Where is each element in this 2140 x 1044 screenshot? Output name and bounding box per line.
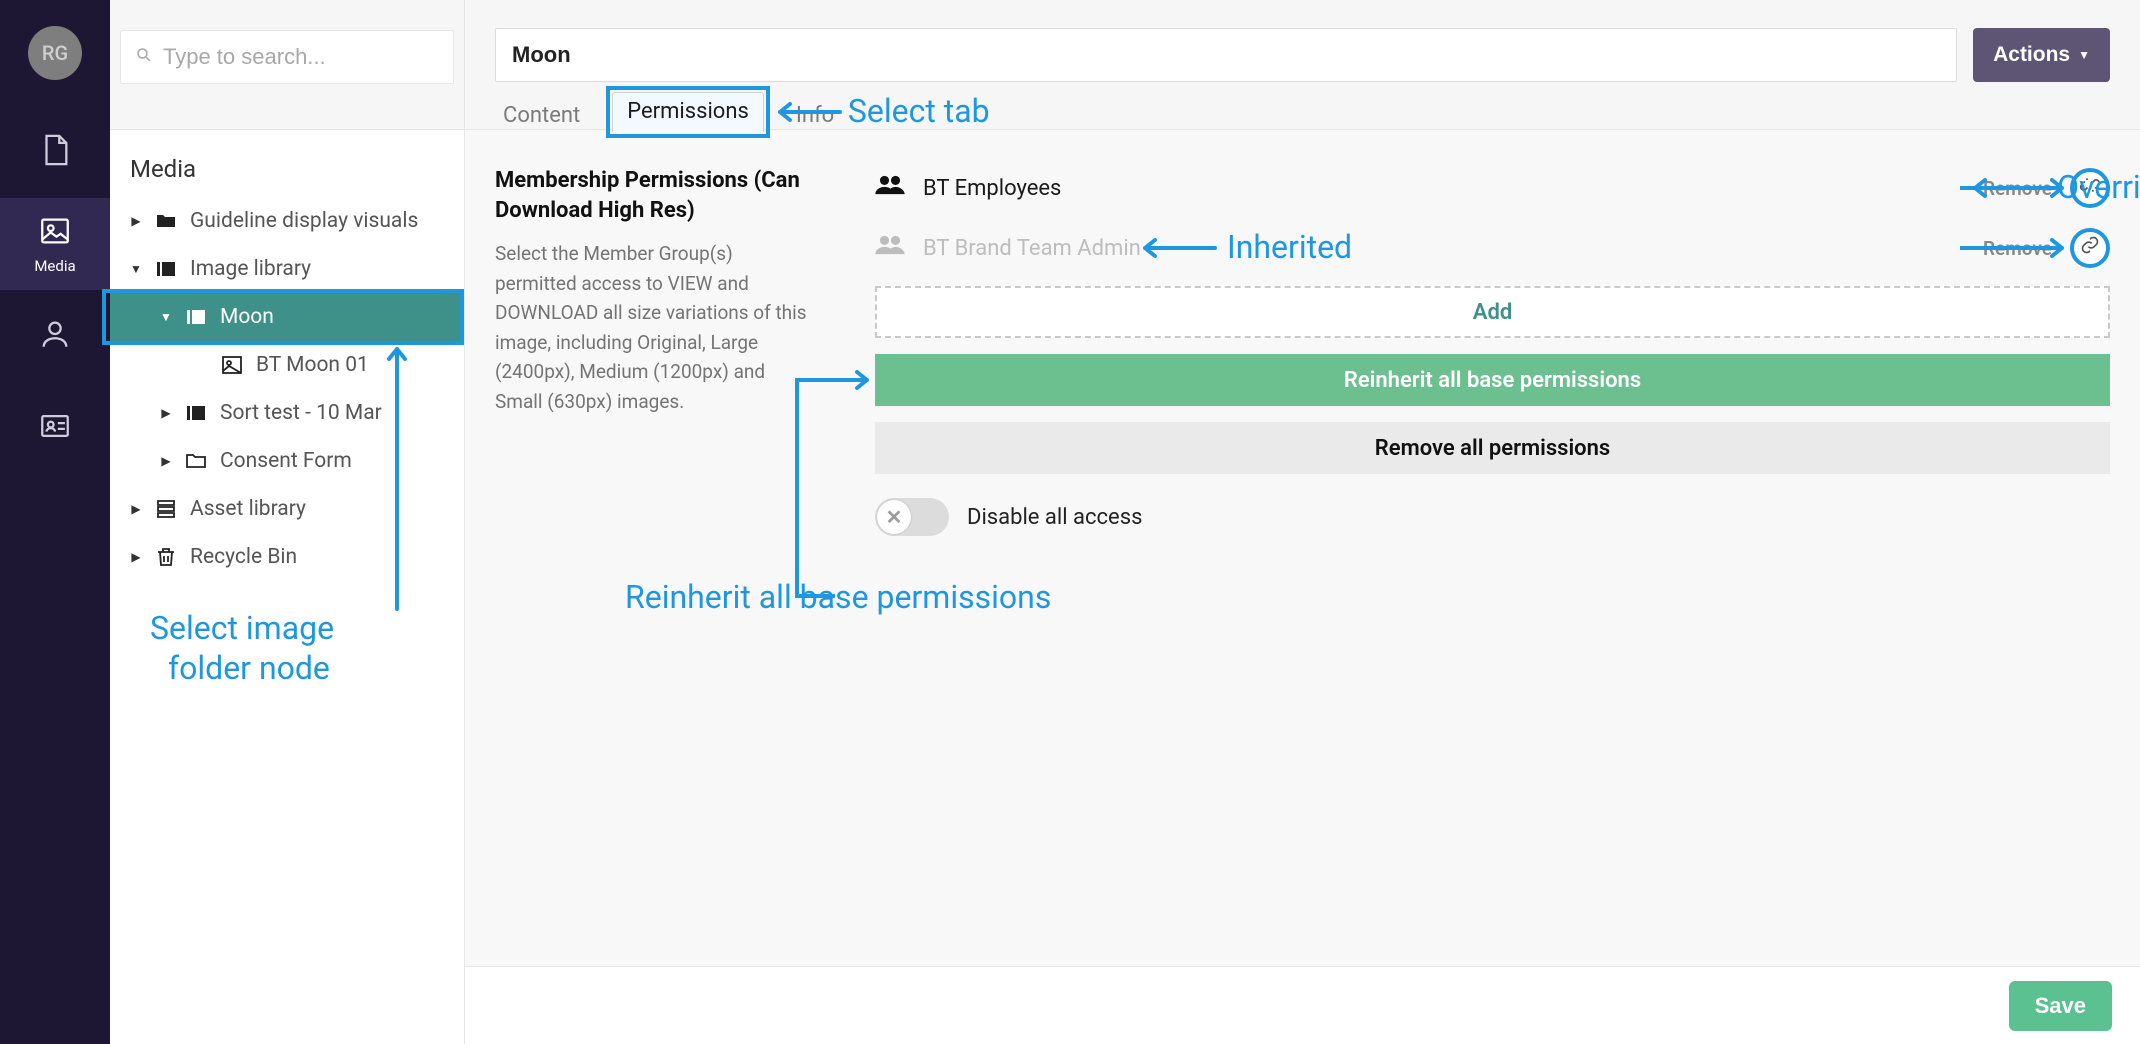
permissions-description: Membership Permissions (Can Download Hig…	[495, 166, 815, 416]
actions-button[interactable]: Actions ▼	[1973, 28, 2110, 82]
search-icon	[135, 45, 153, 69]
album-icon	[184, 305, 208, 329]
album-icon	[184, 401, 208, 425]
page-title-input[interactable]	[495, 28, 1957, 82]
tree-node-asset-library[interactable]: ▶ Asset library	[110, 485, 464, 533]
album-icon	[154, 257, 178, 281]
search-input[interactable]	[163, 44, 439, 70]
tree-node-label: Guideline display visuals	[190, 209, 418, 233]
tree-panel: Media ▶ Guideline display visuals ▼ Imag…	[110, 0, 465, 1044]
disable-access-label: Disable all access	[967, 505, 1142, 530]
remove-link[interactable]: Remove	[1983, 237, 2052, 260]
tab-content[interactable]: Content	[499, 99, 584, 132]
save-button[interactable]: Save	[2009, 981, 2112, 1031]
permissions-desc-text: Select the Member Group(s) permitted acc…	[495, 239, 815, 416]
footer-bar: Save	[465, 966, 2140, 1044]
chevron-down-icon: ▼	[2078, 48, 2090, 62]
inherited-status-circle	[2070, 228, 2110, 268]
permissions-heading: Membership Permissions (Can Download Hig…	[495, 166, 815, 225]
caret-right-icon: ▶	[130, 550, 142, 564]
image-icon	[220, 353, 244, 377]
search-wrap	[110, 0, 464, 130]
users-icon	[875, 174, 905, 202]
tree-node-recycle-bin[interactable]: ▶ Recycle Bin	[110, 533, 464, 581]
folder-outline-icon	[184, 449, 208, 473]
tree-node-label: Recycle Bin	[190, 545, 297, 569]
page-icon	[38, 133, 72, 172]
tree-node-bt-moon-01[interactable]: BT Moon 01	[110, 341, 464, 389]
actions-button-label: Actions	[1993, 43, 2070, 67]
tree-node-label: Moon	[220, 305, 274, 329]
tree-node-moon[interactable]: ▼ Moon	[110, 293, 464, 341]
remove-all-button[interactable]: Remove all permissions	[875, 422, 2110, 474]
nav-item-media[interactable]: Media	[0, 198, 110, 290]
tree-node-label: BT Moon 01	[256, 353, 369, 377]
tree-node-label: Image library	[190, 257, 311, 281]
trash-icon	[154, 545, 178, 569]
permission-group-row: BT Employees Remove	[875, 166, 2110, 210]
tree-node-guideline-display-visuals[interactable]: ▶ Guideline display visuals	[110, 197, 464, 245]
caret-right-icon: ▶	[160, 454, 172, 468]
id-card-icon	[38, 409, 72, 448]
nav-item-media-label: Media	[34, 257, 75, 275]
user-icon	[38, 317, 72, 356]
remove-link[interactable]: Remove	[1983, 177, 2052, 200]
nav-item-content[interactable]	[0, 106, 110, 198]
caret-right-icon: ▶	[160, 406, 172, 420]
search-box[interactable]	[120, 30, 454, 84]
add-permission-button[interactable]: Add	[875, 286, 2110, 338]
disable-access-row: ✕ Disable all access	[875, 498, 2110, 536]
tree-node-consent-form[interactable]: ▶ Consent Form	[110, 437, 464, 485]
media-tree: Media ▶ Guideline display visuals ▼ Imag…	[110, 130, 464, 581]
left-nav-rail: RG Media	[0, 0, 110, 1044]
nav-item-members[interactable]	[0, 290, 110, 382]
tree-node-label: Asset library	[190, 497, 306, 521]
tab-permissions[interactable]: Permissions	[612, 92, 764, 132]
avatar[interactable]: RG	[28, 26, 82, 80]
override-status-circle	[2070, 168, 2110, 208]
library-icon	[154, 497, 178, 521]
tree-node-image-library[interactable]: ▼ Image library	[110, 245, 464, 293]
caret-right-icon: ▶	[130, 214, 142, 228]
header-block: Actions ▼ Content Permissions Info	[465, 0, 2140, 130]
tabs: Content Permissions Info	[495, 92, 2110, 132]
caret-down-icon: ▼	[130, 262, 142, 276]
caret-right-icon: ▶	[130, 502, 142, 516]
tree-node-label: Consent Form	[220, 449, 352, 473]
toggle-knob: ✕	[877, 500, 911, 534]
permission-group-row: BT Brand Team Admin Remove	[875, 226, 2110, 270]
tree-node-label: Sort test - 10 Mar	[220, 401, 382, 425]
app-root: RG Media	[0, 0, 2140, 1044]
x-icon: ✕	[886, 505, 903, 529]
nav-item-contacts[interactable]	[0, 382, 110, 474]
tree-node-sort-test[interactable]: ▶ Sort test - 10 Mar	[110, 389, 464, 437]
caret-down-icon: ▼	[160, 310, 172, 324]
main-area: Actions ▼ Content Permissions Info Membe…	[465, 0, 2140, 1044]
link-icon	[2080, 235, 2100, 261]
tab-info[interactable]: Info	[792, 99, 838, 132]
disable-access-toggle[interactable]: ✕	[875, 498, 949, 536]
permission-group-name: BT Brand Team Admin	[923, 236, 1965, 261]
reinherit-button[interactable]: Reinherit all base permissions	[875, 354, 2110, 406]
permissions-controls: BT Employees Remove BT Brand Team Admin …	[875, 166, 2110, 536]
content-body: Membership Permissions (Can Download Hig…	[465, 130, 2140, 1044]
folder-solid-icon	[154, 209, 178, 233]
unlink-icon	[2080, 175, 2100, 201]
image-icon	[38, 214, 72, 253]
tree-heading: Media	[110, 155, 464, 197]
permission-group-name: BT Employees	[923, 176, 1965, 201]
users-icon	[875, 234, 905, 262]
